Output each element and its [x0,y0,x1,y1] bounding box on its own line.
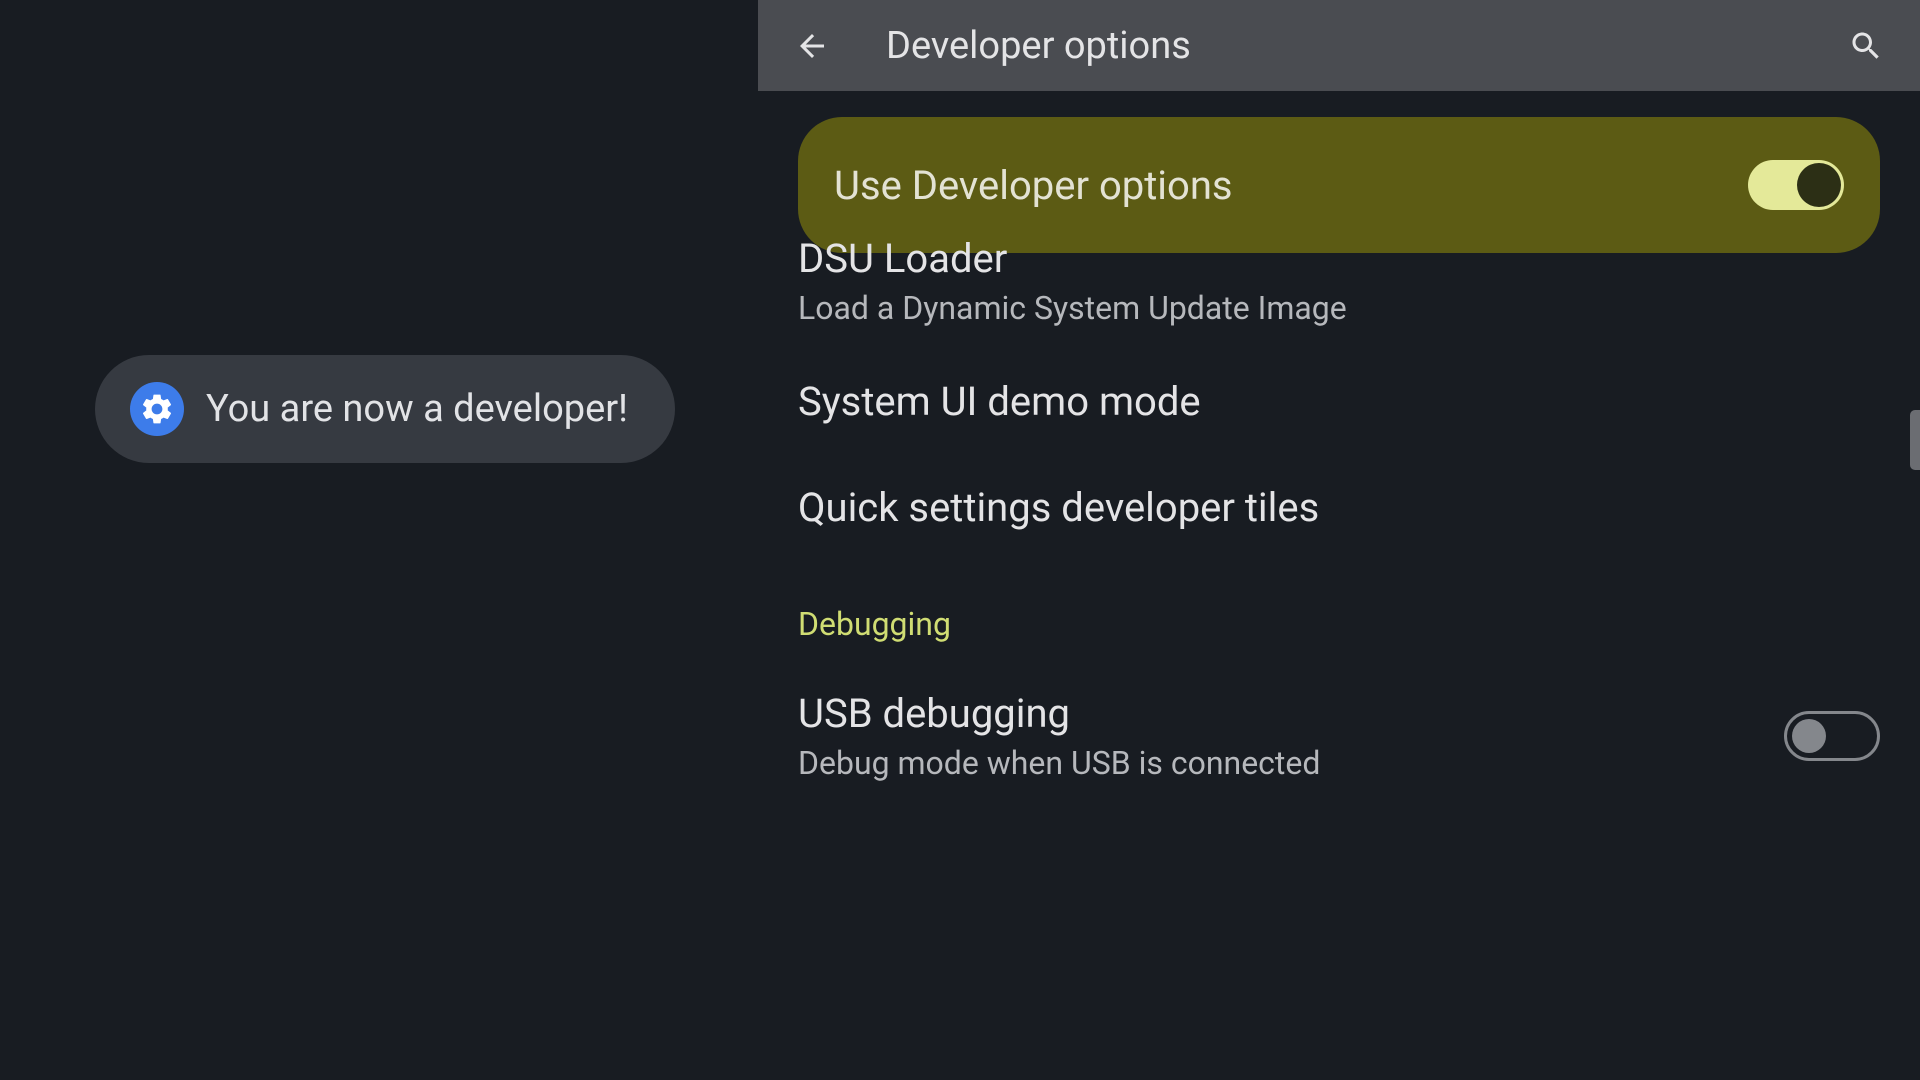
page-title: Developer options [886,24,1842,68]
toast-message: You are now a developer! [206,387,628,431]
quick-settings-tiles-item[interactable]: Quick settings developer tiles [758,484,1920,532]
usb-debugging-title: USB debugging [798,690,1784,738]
arrow-back-icon [794,28,830,64]
dsu-loader-title: DSU Loader [798,235,1880,283]
usb-debugging-toggle[interactable] [1784,711,1880,761]
left-panel: You are now a developer! [0,0,758,1080]
use-developer-options-label: Use Developer options [834,162,1233,209]
quick-settings-tiles-title: Quick settings developer tiles [798,484,1880,532]
search-icon [1848,28,1884,64]
search-button[interactable] [1842,22,1890,70]
debugging-section-header: Debugging [798,605,951,643]
dsu-loader-item[interactable]: DSU Loader Load a Dynamic System Update … [758,235,1920,327]
use-developer-options-toggle[interactable] [1748,160,1844,210]
app-bar: Developer options [758,0,1920,91]
system-ui-demo-title: System UI demo mode [798,378,1880,426]
back-button[interactable] [788,22,836,70]
usb-debugging-subtitle: Debug mode when USB is connected [798,744,1784,782]
settings-gear-icon [130,382,184,436]
usb-debugging-item[interactable]: USB debugging Debug mode when USB is con… [758,690,1920,782]
system-ui-demo-item[interactable]: System UI demo mode [758,378,1920,426]
developer-toast: You are now a developer! [95,355,675,463]
settings-panel: Developer options Use Developer options … [758,0,1920,1080]
scrollbar-thumb[interactable] [1910,410,1920,470]
dsu-loader-subtitle: Load a Dynamic System Update Image [798,289,1880,327]
use-developer-options-card[interactable]: Use Developer options [798,117,1880,253]
